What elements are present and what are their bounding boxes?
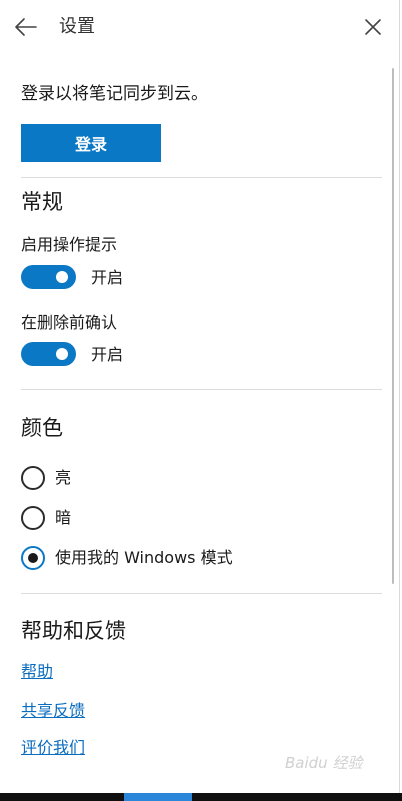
radio-button[interactable]	[21, 466, 45, 490]
page-title: 设置	[59, 16, 95, 37]
scrollbar[interactable]	[392, 68, 394, 584]
toggle-knob	[56, 348, 68, 360]
section-title-color: 颜色	[21, 416, 63, 440]
radio-label: 亮	[55, 468, 72, 487]
divider	[21, 177, 382, 178]
radio-light[interactable]: 亮	[21, 466, 321, 492]
divider	[21, 593, 382, 594]
title-bar: 设置	[0, 0, 400, 54]
settings-panel: 设置 登录以将笔记同步到云。 登录 常规 启用操作提示 开启 在删除前确认 开启…	[0, 0, 400, 793]
action-tips-label: 启用操作提示	[21, 235, 118, 254]
taskbar-active-item[interactable]	[124, 793, 192, 801]
close-button[interactable]	[360, 14, 386, 40]
divider	[21, 389, 382, 390]
confirm-delete-toggle[interactable]	[21, 342, 76, 366]
section-title-general: 常规	[21, 190, 63, 214]
section-title-help: 帮助和反馈	[21, 619, 126, 643]
rate-us-link[interactable]: 评价我们	[21, 737, 85, 759]
share-feedback-link[interactable]: 共享反馈	[21, 700, 85, 722]
login-button[interactable]: 登录	[21, 124, 161, 162]
confirm-delete-state: 开启	[91, 345, 124, 364]
taskbar	[0, 793, 402, 801]
radio-label: 使用我的 Windows 模式	[55, 548, 233, 567]
help-link[interactable]: 帮助	[21, 661, 53, 683]
radio-windows-mode[interactable]: 使用我的 Windows 模式	[21, 546, 321, 572]
sync-prompt: 登录以将笔记同步到云。	[21, 84, 208, 104]
radio-dark[interactable]: 暗	[21, 506, 321, 532]
close-icon	[365, 19, 381, 35]
confirm-delete-label: 在删除前确认	[21, 313, 118, 332]
radio-dot	[28, 553, 38, 563]
radio-label: 暗	[55, 508, 72, 527]
back-button[interactable]	[12, 13, 40, 41]
arrow-left-icon	[15, 18, 37, 36]
toggle-knob	[56, 271, 68, 283]
radio-button[interactable]	[21, 506, 45, 530]
watermark: Baidu 经验	[285, 754, 363, 772]
action-tips-state: 开启	[91, 268, 124, 287]
radio-button-selected[interactable]	[21, 546, 45, 570]
action-tips-toggle[interactable]	[21, 265, 76, 289]
